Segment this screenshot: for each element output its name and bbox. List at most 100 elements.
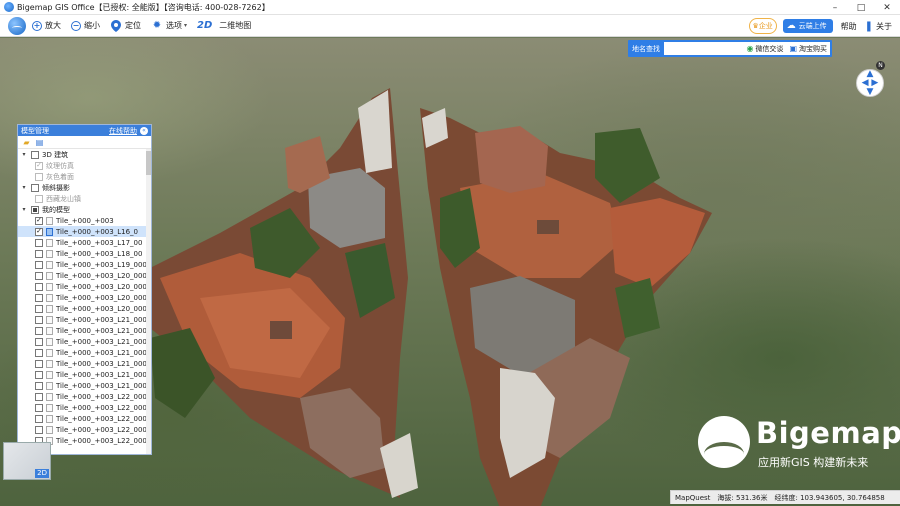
tree-checkbox[interactable] — [35, 381, 43, 390]
2d-map-button[interactable]: 2D 二维地图 — [197, 20, 251, 32]
enterprise-label: 企业 — [758, 22, 773, 30]
tree-row[interactable]: ▾ 我的模型 — [18, 204, 151, 215]
2d-mode-icon: 2D — [197, 20, 213, 31]
tree-row[interactable]: Tile_+000_+003_L22_000 — [18, 413, 151, 424]
tree-checkbox[interactable] — [35, 293, 43, 302]
map-view[interactable]: 地名查找 ◉ 微信交谈 ▣ 淘宝购买 N ▲ ◀ ▶ ▼ 模型管理 在线帮助 « ▰ — [0, 38, 900, 506]
minimap-2d-toggle[interactable]: 2D — [35, 469, 49, 478]
tree-row[interactable]: Tile_+000_+003_L22_000 — [18, 391, 151, 402]
zoom-out-icon: − — [71, 20, 81, 31]
taobao-buy-button[interactable]: ▣ 淘宝购买 — [786, 43, 830, 54]
tree-row[interactable]: 灰色着面 — [18, 171, 151, 182]
tree-checkbox[interactable] — [35, 392, 43, 401]
tree-row[interactable]: Tile_+000_+003_L21_000 — [18, 325, 151, 336]
about-button[interactable]: ❚ 关于 — [865, 21, 892, 32]
tree-row-label: Tile_+000_+003_L22_000 — [56, 425, 147, 434]
tree-checkbox[interactable] — [35, 348, 43, 357]
tree-row[interactable]: Tile_+000_+003_L21_000 — [18, 369, 151, 380]
tree-row[interactable]: Tile_+000_+003_L20_000 — [18, 303, 151, 314]
scrollbar-thumb[interactable] — [146, 151, 151, 175]
tree-row[interactable]: Tile_+000_+003_L17_00 — [18, 237, 151, 248]
wechat-chat-button[interactable]: ◉ 微信交谈 — [743, 43, 786, 54]
place-search-input[interactable]: ◉ 微信交谈 ▣ 淘宝购买 — [664, 42, 830, 55]
tree-row[interactable]: ✓ 纹理仿真 — [18, 160, 151, 171]
tree-row[interactable]: Tile_+000_+003_L20_000 — [18, 292, 151, 303]
open-folder-icon[interactable]: ▰ — [22, 138, 31, 147]
tree-row[interactable]: ✓ Tile_+000_+003 — [18, 215, 151, 226]
close-button[interactable]: ✕ — [874, 0, 900, 15]
tree-checkbox[interactable] — [35, 238, 43, 247]
cloud-upload-label: 云端上传 — [798, 22, 827, 30]
tree-row[interactable]: 西藏龙山镇 — [18, 193, 151, 204]
tree-checkbox[interactable] — [31, 205, 39, 214]
tree-checkbox[interactable] — [35, 194, 43, 203]
tile-file-icon — [46, 238, 53, 247]
zoom-in-button[interactable]: + 放大 — [32, 20, 61, 31]
tree-checkbox[interactable] — [35, 337, 43, 346]
navigation-compass[interactable]: ▲ ◀ ▶ ▼ — [856, 69, 884, 97]
cloud-upload-button[interactable]: ☁ 云端上传 — [782, 19, 833, 33]
expand-toggle-icon[interactable]: ▾ — [20, 184, 28, 191]
tree-row-label: Tile_+000_+003_L17_00 — [56, 238, 143, 247]
tree-checkbox[interactable] — [35, 315, 43, 324]
options-label: 选项 — [166, 21, 182, 30]
maximize-button[interactable]: □ — [848, 0, 874, 15]
expand-toggle-icon[interactable]: ▾ — [20, 151, 28, 158]
tree-checkbox[interactable] — [35, 271, 43, 280]
tree-row[interactable]: Tile_+000_+003_L21_000 — [18, 347, 151, 358]
tree-checkbox[interactable] — [35, 370, 43, 379]
tree-checkbox[interactable] — [35, 425, 43, 434]
tree-row[interactable]: Tile_+000_+003_L20_000 — [18, 270, 151, 281]
tree-row[interactable]: Tile_+000_+003_L18_00 — [18, 248, 151, 259]
tile-file-icon — [46, 348, 53, 357]
tree-checkbox[interactable] — [35, 172, 43, 181]
tree-checkbox[interactable] — [35, 359, 43, 368]
tree-checkbox[interactable] — [35, 260, 43, 269]
options-button[interactable]: ✹ 选项 ▾ — [151, 20, 187, 32]
help-button[interactable]: 帮助 — [841, 21, 857, 32]
locate-button[interactable]: 定位 — [110, 19, 141, 32]
online-help-link[interactable]: 在线帮助 — [109, 126, 137, 136]
tree-checkbox[interactable]: ✓ — [35, 227, 43, 236]
tree-row[interactable]: Tile_+000_+003_L21_000 — [18, 314, 151, 325]
tree-row[interactable]: ✓ Tile_+000_+003_L16_0 — [18, 226, 151, 237]
tree-checkbox[interactable] — [35, 326, 43, 335]
tree-checkbox[interactable] — [31, 150, 39, 159]
cloud-icon: ☁ — [786, 21, 796, 31]
tree-row[interactable]: Tile_+000_+003_L21_000 — [18, 380, 151, 391]
tree-row[interactable]: ▾ 倾斜摄影 — [18, 182, 151, 193]
minimize-button[interactable]: – — [822, 0, 848, 15]
tree-row[interactable]: Tile_+000_+003_L20_000 — [18, 281, 151, 292]
overview-minimap[interactable]: 2D — [3, 442, 51, 480]
tree-checkbox[interactable] — [31, 183, 39, 192]
tree-row[interactable]: Tile_+000_+003_L21_000 — [18, 358, 151, 369]
expand-toggle-icon[interactable]: ▾ — [20, 206, 28, 213]
tree-row[interactable]: Tile_+000_+003_L21_000 — [18, 336, 151, 347]
save-icon[interactable]: ▤ — [35, 138, 44, 147]
tree-scrollbar[interactable] — [146, 149, 151, 454]
tree-row[interactable]: ▾ 3D 建筑 — [18, 149, 151, 160]
tree-checkbox[interactable] — [35, 282, 43, 291]
tree-row-label: Tile_+000_+003_L21_000 — [56, 337, 147, 346]
tree-row[interactable]: Tile_+000_+003_L22_000 — [18, 424, 151, 435]
tree-row[interactable]: Tile_+000_+003_L19_000 — [18, 259, 151, 270]
tree-row-label: Tile_+000_+003_L21_000 — [56, 348, 147, 357]
tree-checkbox[interactable] — [35, 304, 43, 313]
tree-row-label: Tile_+000_+003_L19_000 — [56, 260, 147, 269]
map-status-bar: MapQuest 海拔: 531.36米 经纬度: 103.943605, 30… — [670, 490, 900, 504]
tree-row-label: 纹理仿真 — [46, 161, 74, 170]
tile-file-icon — [46, 337, 53, 346]
panel-collapse-icon[interactable]: « — [140, 126, 148, 135]
enterprise-badge[interactable]: ♛ 企业 — [748, 18, 777, 34]
bigemap-logo-icon[interactable] — [8, 16, 26, 35]
tree-checkbox[interactable] — [35, 414, 43, 423]
tree-checkbox[interactable] — [35, 403, 43, 412]
tree-row-label: 西藏龙山镇 — [46, 194, 81, 203]
tree-row-label: Tile_+000_+003_L22_000 — [56, 403, 147, 412]
zoom-out-button[interactable]: − 缩小 — [71, 20, 100, 31]
tree-checkbox[interactable]: ✓ — [35, 216, 43, 225]
place-search-bar: 地名查找 ◉ 微信交谈 ▣ 淘宝购买 — [628, 40, 832, 57]
tree-row[interactable]: Tile_+000_+003_L22_000 — [18, 402, 151, 413]
tree-checkbox[interactable] — [35, 249, 43, 258]
tree-checkbox[interactable]: ✓ — [35, 161, 43, 170]
